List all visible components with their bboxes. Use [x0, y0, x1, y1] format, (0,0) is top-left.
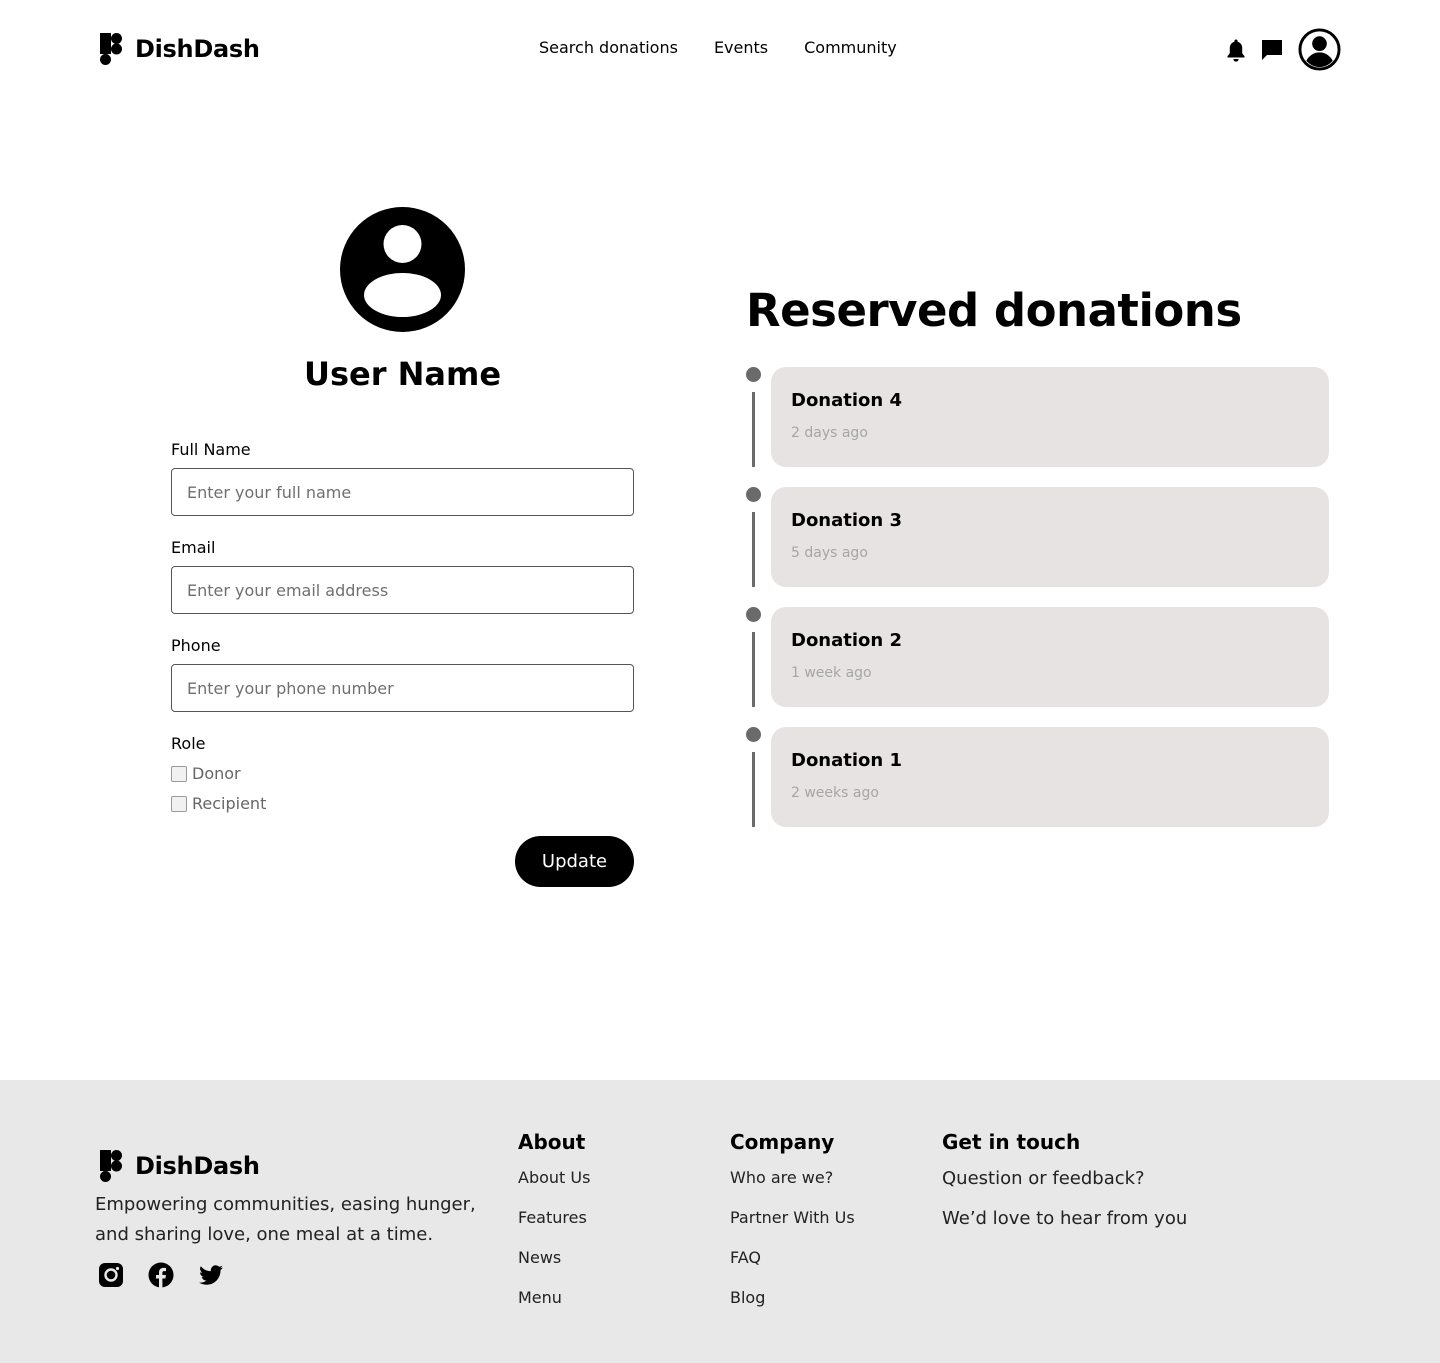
nav-community[interactable]: Community — [804, 38, 897, 57]
timeline-item: Donation 1 2 weeks ago — [746, 727, 1329, 827]
role-donor-option[interactable]: Donor — [171, 764, 241, 783]
footer-contact-line: Question or feedback? — [942, 1168, 1145, 1189]
recipient-checkbox[interactable] — [171, 795, 187, 812]
profile-avatar-icon — [340, 207, 465, 332]
footer-contact-line: We’d love to hear from you — [942, 1208, 1188, 1229]
full-name-label: Full Name — [171, 440, 251, 459]
role-label: Role — [171, 734, 206, 753]
timeline-dot — [746, 607, 761, 622]
donation-time: 2 days ago — [791, 425, 868, 441]
site-header: DishDash Search donations Events Communi… — [0, 0, 1440, 100]
footer-link-faq[interactable]: FAQ — [730, 1248, 855, 1288]
brand[interactable]: DishDash — [100, 33, 260, 65]
instagram-icon[interactable] — [97, 1261, 125, 1289]
social-links — [97, 1261, 247, 1289]
timeline-dot — [746, 367, 761, 382]
facebook-icon[interactable] — [147, 1261, 175, 1289]
donation-time: 5 days ago — [791, 545, 868, 561]
timeline-line — [752, 752, 755, 827]
timeline-dot — [746, 487, 761, 502]
dishdash-logo-icon — [100, 1150, 122, 1182]
donation-time: 1 week ago — [791, 665, 872, 681]
dishdash-logo-icon — [100, 33, 122, 65]
donation-title: Donation 1 — [791, 750, 903, 771]
donation-time: 2 weeks ago — [791, 785, 879, 801]
profile-menu-button[interactable] — [1298, 28, 1341, 71]
recipient-label: Recipient — [192, 794, 267, 813]
phone-input[interactable] — [171, 664, 634, 712]
timeline-item: Donation 4 2 days ago — [746, 367, 1329, 467]
bell-icon — [1227, 39, 1245, 62]
footer-tagline: Empowering communities, easing hunger, a… — [95, 1194, 476, 1245]
chat-icon — [1262, 39, 1282, 60]
timeline-line — [752, 512, 755, 587]
twitter-icon[interactable] — [197, 1261, 225, 1289]
footer-link-who-are-we[interactable]: Who are we? — [730, 1168, 855, 1208]
role-recipient-option[interactable]: Recipient — [171, 794, 266, 813]
donation-title: Donation 4 — [791, 390, 903, 411]
timeline-line — [752, 392, 755, 467]
timeline-item: Donation 3 5 days ago — [746, 487, 1329, 587]
donation-card[interactable]: Donation 4 2 days ago — [771, 367, 1329, 467]
phone-label: Phone — [171, 636, 221, 655]
timeline-dot — [746, 727, 761, 742]
footer-company-heading: Company — [730, 1130, 835, 1154]
site-footer: DishDash Empowering communities, easing … — [0, 1080, 1440, 1363]
nav-events[interactable]: Events — [714, 38, 768, 57]
full-name-input[interactable] — [171, 468, 634, 516]
email-input[interactable] — [171, 566, 634, 614]
email-label: Email — [171, 538, 216, 557]
donor-label: Donor — [192, 764, 241, 783]
footer-about-column: About About Us Features News Menu — [518, 1130, 590, 1328]
main-nav: Search donations Events Community — [539, 38, 933, 57]
timeline-item: Donation 2 1 week ago — [746, 607, 1329, 707]
messages-button[interactable] — [1260, 38, 1298, 62]
footer-brand-name: DishDash — [135, 1152, 260, 1180]
footer-link-features[interactable]: Features — [518, 1208, 590, 1248]
user-name: User Name — [303, 355, 502, 393]
notifications-button[interactable] — [1226, 38, 1260, 62]
header-actions — [1226, 28, 1341, 71]
brand-name: DishDash — [135, 35, 260, 63]
footer-link-menu[interactable]: Menu — [518, 1288, 590, 1328]
donation-title: Donation 2 — [791, 630, 903, 651]
timeline-line — [752, 632, 755, 707]
footer-link-partner[interactable]: Partner With Us — [730, 1208, 855, 1248]
footer-contact-column: Get in touch Question or feedback? We’d … — [942, 1130, 1187, 1248]
donor-checkbox[interactable] — [171, 765, 187, 782]
donation-card[interactable]: Donation 1 2 weeks ago — [771, 727, 1329, 827]
nav-search-donations[interactable]: Search donations — [539, 38, 678, 57]
reserved-donations-title: Reserved donations — [746, 284, 1242, 337]
donation-card[interactable]: Donation 3 5 days ago — [771, 487, 1329, 587]
footer-company-column: Company Who are we? Partner With Us FAQ … — [730, 1130, 855, 1328]
donation-title: Donation 3 — [791, 510, 903, 531]
footer-link-news[interactable]: News — [518, 1248, 590, 1288]
footer-about-heading: About — [518, 1130, 586, 1154]
donation-card[interactable]: Donation 2 1 week ago — [771, 607, 1329, 707]
footer-brand[interactable]: DishDash — [100, 1150, 260, 1182]
footer-contact-heading: Get in touch — [942, 1130, 1081, 1154]
footer-link-about-us[interactable]: About Us — [518, 1168, 590, 1208]
user-avatar-icon — [1298, 28, 1341, 71]
update-button[interactable]: Update — [515, 836, 634, 887]
footer-link-blog[interactable]: Blog — [730, 1288, 855, 1328]
